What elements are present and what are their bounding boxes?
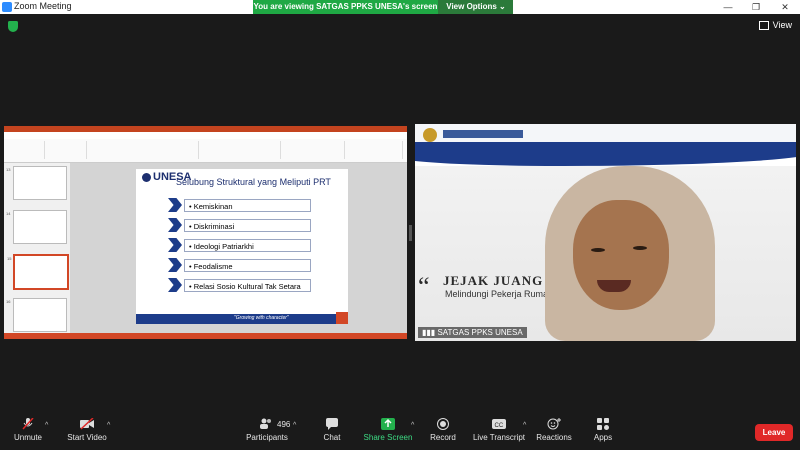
- view-button-label: View: [772, 20, 792, 30]
- share-screen-icon: [381, 418, 395, 430]
- apps-icon: [597, 418, 609, 430]
- speaker-face: [573, 200, 669, 310]
- share-screen-label: Share Screen: [363, 433, 413, 442]
- chevron-bullet-icon: [168, 258, 182, 272]
- share-banner: You are viewing SATGAS PPKS UNESA's scre…: [253, 0, 513, 14]
- participant-name-tag: ▮▮▮ SATGAS PPKS UNESA: [418, 327, 527, 338]
- view-options-label: View Options: [446, 2, 497, 11]
- view-button[interactable]: View: [758, 20, 792, 31]
- slide-tagline: "Growing with character": [234, 315, 289, 321]
- unmute-button[interactable]: Unmute: [8, 410, 48, 450]
- live-transcript-label: Live Transcript: [472, 433, 526, 442]
- live-transcript-button[interactable]: CC Live Transcript: [472, 410, 526, 450]
- ppt-status-bar: [4, 333, 407, 339]
- slide-thumbnail-selected: 15: [7, 254, 69, 290]
- ppt-ribbon: [4, 139, 407, 163]
- participants-options-caret[interactable]: ^: [293, 422, 296, 429]
- chevron-bullet-icon: [168, 238, 182, 252]
- svg-text:CC: CC: [495, 423, 504, 429]
- slide-thumbnail: 16: [6, 298, 67, 332]
- microphone-muted-icon: [22, 418, 34, 430]
- chevron-down-icon: ⌄: [499, 2, 506, 11]
- slide-list-item: • Feodalisme: [184, 259, 311, 272]
- slide-thumbnail-panel: 13 14 15 16: [4, 163, 70, 333]
- speaker-video[interactable]: “ JEJAK JUANG KAR Melindungi Pekerja Rum…: [415, 124, 796, 341]
- slide-thumbnail: 14: [6, 210, 67, 244]
- record-label: Record: [430, 433, 456, 442]
- apps-button[interactable]: Apps: [588, 410, 618, 450]
- chat-bubble-icon: [326, 418, 338, 430]
- closed-caption-icon: CC: [492, 419, 506, 429]
- grid-view-icon: [758, 21, 769, 31]
- unmute-label: Unmute: [13, 433, 42, 442]
- apps-label: Apps: [593, 433, 613, 442]
- close-button[interactable]: ✕: [770, 0, 800, 14]
- slide-list-item: • Ideologi Patriarkhi: [184, 239, 311, 252]
- backdrop-banner-text: [443, 130, 523, 138]
- current-slide: UNESA Selubung Struktural yang Meliputi …: [136, 169, 348, 324]
- ministry-logo-icon: [423, 128, 437, 142]
- reactions-label: Reactions: [536, 433, 572, 442]
- start-video-button[interactable]: Start Video: [64, 410, 110, 450]
- participants-label: Participants: [246, 433, 288, 442]
- smiley-plus-icon: [547, 418, 561, 430]
- unesa-logo-icon: [142, 173, 151, 182]
- ppt-ribbon-tabs: [4, 132, 407, 139]
- security-shield-icon[interactable]: [8, 21, 18, 32]
- chevron-bullet-icon: [168, 278, 182, 292]
- participants-count: 496: [277, 420, 291, 429]
- audio-options-caret[interactable]: ^: [45, 422, 48, 429]
- start-video-label: Start Video: [67, 433, 107, 442]
- chevron-bullet-icon: [168, 198, 182, 212]
- slide-title: Selubung Struktural yang Meliputi PRT: [176, 177, 331, 187]
- participants-button[interactable]: Participants: [244, 410, 290, 450]
- speaker-person: [527, 164, 753, 341]
- minimize-button[interactable]: —: [713, 0, 743, 14]
- backdrop-wave: [415, 142, 796, 166]
- chevron-bullet-icon: [168, 218, 182, 232]
- slide-footer: "Growing with character": [136, 314, 348, 324]
- meeting-toolbar: Unmute ^ Start Video ^ Participants 496 …: [0, 410, 800, 450]
- record-button[interactable]: Record: [426, 410, 460, 450]
- split-view-handle[interactable]: [409, 225, 412, 241]
- zoom-logo-icon: [2, 2, 12, 12]
- chat-button[interactable]: Chat: [316, 410, 348, 450]
- slide-corner-accent: [336, 312, 348, 324]
- share-screen-button[interactable]: Share Screen: [362, 410, 414, 450]
- window-title: Zoom Meeting: [14, 1, 72, 11]
- view-options-button[interactable]: View Options ⌄: [439, 0, 513, 14]
- share-banner-message: You are viewing SATGAS PPKS UNESA's scre…: [253, 0, 438, 14]
- share-options-caret[interactable]: ^: [411, 422, 414, 429]
- quote-mark: “: [418, 272, 430, 301]
- shared-screen[interactable]: 13 14 15 16 UNESA Selubung Struktural ya…: [4, 126, 407, 339]
- slide-list-item: • Relasi Sosio Kultural Tak Setara: [184, 279, 311, 292]
- participant-name: SATGAS PPKS UNESA: [437, 328, 523, 337]
- slide-canvas: UNESA Selubung Struktural yang Meliputi …: [70, 163, 407, 333]
- transcript-options-caret[interactable]: ^: [523, 422, 526, 429]
- slide-thumbnail: 13: [6, 166, 67, 200]
- slide-list-item: • Kemiskinan: [184, 199, 311, 212]
- participants-icon: [260, 418, 271, 429]
- video-camera-off-icon: [80, 418, 94, 430]
- video-options-caret[interactable]: ^: [107, 422, 110, 429]
- signal-bars-icon: ▮▮▮: [422, 328, 438, 337]
- slide-list-item: • Diskriminasi: [184, 219, 311, 232]
- chat-label: Chat: [323, 433, 341, 442]
- maximize-button[interactable]: ❐: [741, 0, 771, 14]
- leave-button[interactable]: Leave: [755, 424, 793, 441]
- record-icon: [437, 418, 449, 430]
- reactions-button[interactable]: Reactions: [536, 410, 572, 450]
